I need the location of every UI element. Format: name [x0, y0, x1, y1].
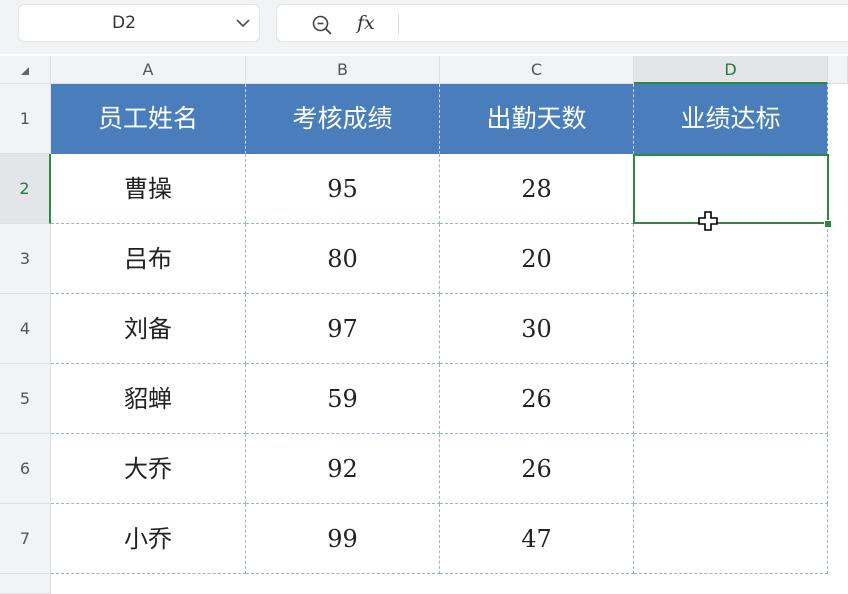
select-all-corner[interactable]: [0, 56, 51, 84]
cell-a2[interactable]: 曹操: [51, 154, 246, 224]
spreadsheet-grid: A B C D 1 2 3 4 5 6 7 员工姓名 考核成绩 出勤天数 业绩达…: [0, 56, 848, 594]
cell-c4[interactable]: 30: [440, 294, 634, 364]
cell-c7[interactable]: 47: [440, 504, 634, 574]
cell-c5[interactable]: 26: [440, 364, 634, 434]
cell-b4[interactable]: 97: [246, 294, 440, 364]
toolbar: D2 fx: [0, 0, 848, 54]
column-header-c[interactable]: C: [440, 56, 634, 84]
cell-c1[interactable]: 出勤天数: [440, 84, 634, 154]
cell-a7[interactable]: 小乔: [51, 504, 246, 574]
divider: [398, 14, 399, 34]
column-header-b[interactable]: B: [246, 56, 440, 84]
cell-d6[interactable]: [634, 434, 828, 504]
row-header-7[interactable]: 7: [0, 504, 51, 574]
cell-b3[interactable]: 80: [246, 224, 440, 294]
cell-d2[interactable]: [634, 154, 828, 224]
row-header-filler: [0, 574, 51, 594]
cell-b1[interactable]: 考核成绩: [246, 84, 440, 154]
row-header-5[interactable]: 5: [0, 364, 51, 434]
column-header-d[interactable]: D: [634, 56, 828, 84]
name-box[interactable]: D2: [18, 4, 260, 42]
name-box-value[interactable]: D2: [19, 5, 229, 41]
cell-c6[interactable]: 26: [440, 434, 634, 504]
cell-a3[interactable]: 吕布: [51, 224, 246, 294]
cell-d4[interactable]: [634, 294, 828, 364]
column-header-filler: [828, 56, 848, 84]
cell-a1[interactable]: 员工姓名: [51, 84, 246, 154]
cell-a5[interactable]: 貂蝉: [51, 364, 246, 434]
corner-triangle-icon: [21, 67, 29, 75]
cell-d7[interactable]: [634, 504, 828, 574]
cell-b6[interactable]: 92: [246, 434, 440, 504]
cell-c3[interactable]: 20: [440, 224, 634, 294]
cell-a4[interactable]: 刘备: [51, 294, 246, 364]
cell-d3[interactable]: [634, 224, 828, 294]
row-header-3[interactable]: 3: [0, 224, 51, 294]
cell-d5[interactable]: [634, 364, 828, 434]
row-header-4[interactable]: 4: [0, 294, 51, 364]
row-header-6[interactable]: 6: [0, 434, 51, 504]
cell-a6[interactable]: 大乔: [51, 434, 246, 504]
fx-icon[interactable]: fx: [357, 9, 375, 37]
cell-d1[interactable]: 业绩达标: [634, 84, 828, 154]
zoom-icon[interactable]: [311, 14, 333, 36]
formula-bar: fx: [276, 4, 848, 42]
cell-cursor-icon: [698, 211, 718, 231]
cell-b7[interactable]: 99: [246, 504, 440, 574]
row-header-1[interactable]: 1: [0, 84, 51, 154]
row-header-2[interactable]: 2: [0, 154, 51, 224]
chevron-down-icon[interactable]: [235, 16, 251, 30]
formula-input[interactable]: [407, 5, 845, 41]
empty-grid-area[interactable]: [51, 574, 848, 594]
fill-handle[interactable]: [824, 220, 832, 228]
cell-b2[interactable]: 95: [246, 154, 440, 224]
column-header-a[interactable]: A: [51, 56, 246, 84]
cell-b5[interactable]: 59: [246, 364, 440, 434]
cell-c2[interactable]: 28: [440, 154, 634, 224]
